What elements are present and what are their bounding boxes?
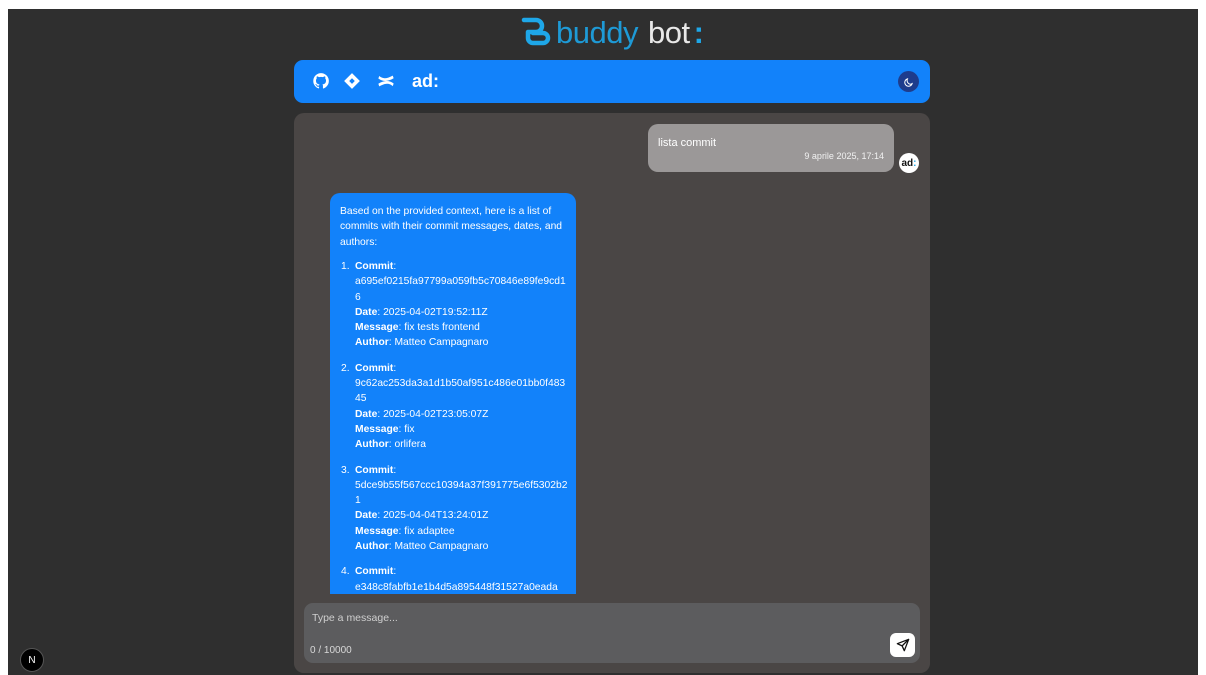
topbar-ad-label: ad: bbox=[412, 71, 439, 91]
app-screen: buddy bot : ad: lista commit 9 aprile 20… bbox=[8, 9, 1198, 675]
confluence-icon[interactable] bbox=[377, 72, 395, 90]
commit-label: Commit bbox=[355, 566, 394, 578]
date-label: Date bbox=[355, 510, 378, 522]
commit-hash: 9c62ac253da3a1d1b50af951c486e01bb0f48345 bbox=[355, 378, 566, 405]
message-input[interactable] bbox=[310, 609, 874, 627]
top-bar: ad: bbox=[294, 60, 930, 103]
commit-author: Matteo Campagnaro bbox=[394, 541, 489, 553]
commit-number: 4. bbox=[341, 566, 350, 578]
user-message-bubble: lista commit 9 aprile 2025, 17:14 bbox=[648, 124, 894, 172]
commit-number: 2. bbox=[341, 362, 350, 374]
commit-label: Commit bbox=[355, 261, 394, 272]
message-composer: 0 / 10000 bbox=[304, 603, 920, 663]
jira-icon[interactable] bbox=[343, 72, 361, 90]
avatar-text: ad bbox=[901, 157, 914, 169]
commit-number: 3. bbox=[341, 464, 350, 476]
moon-icon bbox=[903, 77, 913, 87]
commit-message: fix tests frontend bbox=[404, 322, 480, 334]
avatar-colon: : bbox=[913, 157, 917, 169]
author-label: Author bbox=[355, 337, 389, 349]
theme-toggle-button[interactable] bbox=[898, 71, 919, 92]
commit-author: Matteo Campagnaro bbox=[394, 337, 489, 349]
commit-hash: 5dce9b55f567ccc10394a37f391775e6f5302b21 bbox=[355, 479, 568, 507]
user-avatar: ad: bbox=[899, 153, 919, 173]
commit-message: fix adaptee bbox=[404, 525, 455, 537]
commit-list-item: 3. Commit: 5dce9b55f567ccc10394a37f39177… bbox=[341, 464, 568, 553]
commit-date: 2025-04-02T19:52:11Z bbox=[383, 306, 488, 318]
date-label: Date bbox=[355, 408, 378, 420]
nextjs-dev-badge[interactable]: N bbox=[20, 648, 44, 672]
bot-message-bubble: Based on the provided context, here is a… bbox=[330, 193, 576, 613]
commit-list-item: 4. Commit: e348c8fabfb1e1b4d5a895448f315… bbox=[340, 564, 568, 595]
commit-date: 2025-04-02T23:05:07Z bbox=[383, 408, 489, 420]
character-counter: 0 / 10000 bbox=[310, 645, 352, 656]
commit-author: orlifera bbox=[394, 439, 426, 451]
github-icon[interactable] bbox=[312, 72, 330, 90]
nextjs-badge-letter: N bbox=[28, 654, 36, 666]
message-label: Message bbox=[355, 525, 399, 537]
commit-label: Commit bbox=[355, 464, 394, 476]
user-message-text: lista commit bbox=[658, 137, 717, 149]
chat-messages-area[interactable]: lista commit 9 aprile 2025, 17:14 ad: Ba… bbox=[294, 113, 930, 673]
bot-message-intro: Based on the provided context, here is a… bbox=[340, 206, 563, 248]
commit-message: fix bbox=[404, 423, 415, 435]
send-icon bbox=[896, 638, 909, 652]
author-label: Author bbox=[355, 541, 389, 553]
message-label: Message bbox=[355, 322, 399, 334]
date-label: Date bbox=[355, 306, 378, 318]
commit-hash: a695ef0215fa97799a059fb5c70846e89fe9cd16 bbox=[355, 276, 566, 303]
composer-area: 0 / 10000 bbox=[294, 594, 930, 673]
commit-date: 2025-04-04T13:24:01Z bbox=[383, 510, 489, 522]
commit-number: 1. bbox=[341, 261, 350, 272]
message-label: Message bbox=[355, 423, 399, 435]
buddybot-logo: buddy bot : bbox=[518, 15, 704, 51]
commit-list: 1. Commit: a695ef0215fa97799a059fb5c7084… bbox=[340, 259, 568, 605]
author-label: Author bbox=[355, 439, 389, 451]
logo-word-bot: bot bbox=[647, 15, 690, 50]
user-message-timestamp: 9 aprile 2025, 17:14 bbox=[804, 151, 884, 161]
commit-hash: e348c8fabfb1e1b4d5a895448f31527a0eada bbox=[355, 581, 558, 593]
send-button[interactable] bbox=[890, 633, 915, 657]
commit-list-item: 2. Commit: 9c62ac253da3a1d1b50af951c486e… bbox=[340, 361, 568, 453]
commit-list-item: 1. Commit: a695ef0215fa97799a059fb5c7084… bbox=[340, 259, 568, 351]
logo-word-buddy: buddy bbox=[556, 15, 638, 50]
buddybot-logo-icon bbox=[521, 17, 551, 46]
commit-label: Commit bbox=[355, 362, 394, 374]
logo-colon: : bbox=[693, 15, 704, 50]
